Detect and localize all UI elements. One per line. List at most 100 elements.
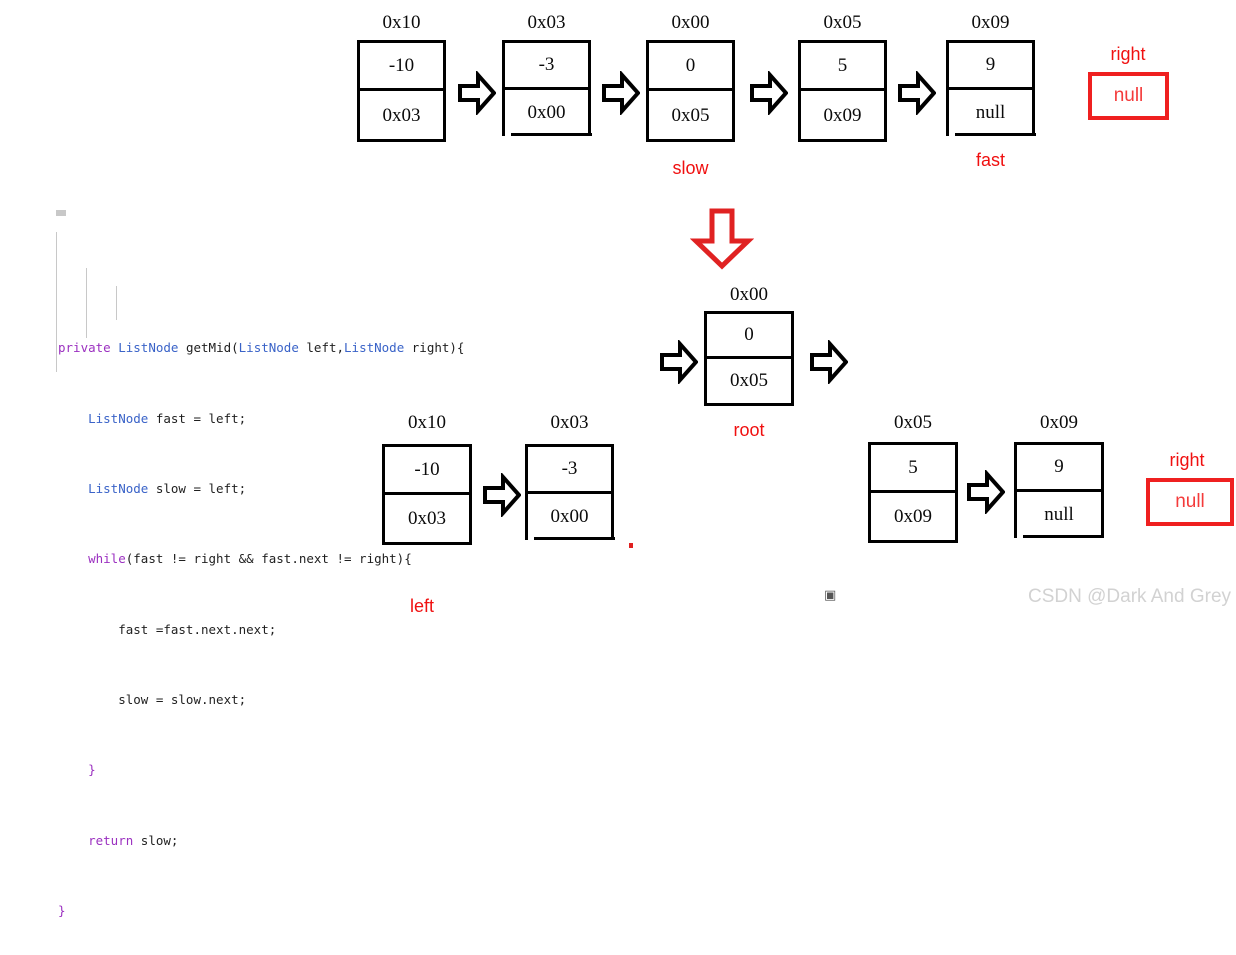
- node-value: -3: [505, 43, 588, 90]
- code-token-keyword: return: [88, 832, 134, 848]
- code-token-brace: }: [58, 762, 96, 778]
- pointer-label-root: root: [733, 420, 765, 440]
- indent-guide: [56, 232, 57, 372]
- list-node-top-2: -3 0x00: [502, 40, 591, 136]
- address-label-bl-1: 0x10: [408, 412, 446, 433]
- node-value: 0: [649, 43, 732, 91]
- code-line-7: }: [58, 761, 464, 779]
- indent-guide: [86, 268, 87, 338]
- list-node-top-1: -10 0x03: [357, 40, 446, 142]
- arrow-right-icon: [483, 473, 521, 517]
- address-label-top-4: 0x05: [823, 12, 862, 33]
- pointer-label-right-bottom: right: [1169, 450, 1205, 470]
- null-box-right-bottom: null: [1146, 478, 1234, 526]
- node-next-pointer: 0x09: [823, 104, 862, 126]
- node-next-pointer: 0x00: [527, 102, 566, 124]
- node-value: 9: [949, 43, 1032, 90]
- arrow-right-icon: [602, 71, 640, 115]
- node-value: -10: [360, 43, 443, 91]
- watermark-text: CSDN @Dark And Grey: [1028, 586, 1232, 607]
- code-line-6: slow = slow.next;: [58, 691, 464, 709]
- list-node-br-2: 9 null: [1014, 442, 1104, 538]
- code-token-text: fast =fast.next.next;: [58, 621, 277, 637]
- list-node-bl-1: -10 0x03: [382, 444, 472, 545]
- address-label-root: 0x00: [730, 284, 768, 305]
- list-node-br-1: 5 0x09: [868, 442, 958, 543]
- node-next-pointer: null: [975, 102, 1006, 124]
- node-next-pointer: 0x03: [408, 507, 446, 529]
- node-value: 0: [707, 314, 791, 359]
- pointer-label-slow: slow: [672, 158, 709, 178]
- address-label-bl-2: 0x03: [550, 412, 589, 433]
- node-next-pointer: 0x03: [382, 104, 421, 126]
- list-node-bl-2: -3 0x00: [525, 444, 614, 540]
- pointer-label-fast: fast: [975, 150, 1005, 170]
- code-line-4: while(fast != right && fast.next != righ…: [58, 550, 464, 568]
- code-line-1: private ListNode getMid(ListNode left,Li…: [58, 339, 464, 357]
- pointer-label-left: left: [409, 596, 434, 616]
- arrow-right-icon: [750, 71, 788, 115]
- code-line-5: fast =fast.next.next;: [58, 621, 464, 639]
- code-token-type: ListNode: [118, 340, 179, 356]
- code-token-paren: (: [231, 340, 239, 356]
- node-bottom-edge-artifact: [511, 133, 592, 136]
- arrow-right-icon: [660, 340, 698, 384]
- stray-red-dot: [629, 543, 633, 548]
- code-line-9: }: [58, 902, 464, 920]
- code-token-keyword: private: [58, 340, 111, 356]
- node-bottom-edge-artifact: [1023, 535, 1104, 538]
- address-label-top-1: 0x10: [382, 12, 421, 33]
- address-label-top-3: 0x00: [671, 12, 710, 33]
- code-token-brace: }: [58, 903, 66, 919]
- code-token-rest: slow = left;: [148, 480, 247, 496]
- arrow-right-icon: [898, 71, 936, 115]
- list-node-top-5: 9 null: [946, 40, 1035, 136]
- node-value: 5: [871, 445, 955, 493]
- placeholder-glyph-icon: ▣: [824, 588, 837, 603]
- node-value: -10: [385, 447, 469, 495]
- code-token-indent: [58, 481, 88, 496]
- node-next-pointer: 0x09: [894, 505, 932, 527]
- address-label-top-5: 0x09: [971, 12, 1010, 33]
- code-token-type: ListNode: [88, 480, 149, 496]
- code-token-indent: [58, 551, 88, 566]
- code-token-keyword: while: [88, 551, 126, 567]
- address-label-br-1: 0x05: [894, 412, 932, 433]
- code-token-type: ListNode: [238, 340, 299, 356]
- code-token-rest: fast = left;: [148, 410, 247, 426]
- indent-guide: [56, 210, 66, 216]
- arrow-right-icon: [967, 470, 1005, 514]
- node-next-pointer: null: [1044, 504, 1074, 526]
- code-token-rest: slow;: [133, 832, 179, 848]
- list-node-top-4: 5 0x09: [798, 40, 887, 142]
- code-token-param: right){: [404, 340, 465, 356]
- pointer-label-right-top: right: [1110, 44, 1146, 64]
- code-token-type: ListNode: [344, 340, 405, 356]
- node-value: 5: [801, 43, 884, 91]
- node-bottom-edge-artifact: [955, 133, 1036, 136]
- null-box-right-top: null: [1088, 72, 1169, 120]
- node-next-pointer: 0x05: [730, 370, 768, 392]
- node-value: -3: [528, 447, 611, 494]
- node-next-pointer: 0x00: [550, 506, 589, 528]
- node-value: 9: [1017, 445, 1101, 492]
- code-token-param: left,: [298, 340, 345, 356]
- node-bottom-edge-artifact: [534, 537, 615, 540]
- arrow-right-icon: [458, 71, 496, 115]
- code-token-text: slow = slow.next;: [58, 692, 247, 708]
- code-block: private ListNode getMid(ListNode left,Li…: [56, 210, 464, 955]
- address-label-top-2: 0x03: [527, 12, 566, 33]
- code-token-rest: (fast != right && fast.next != right){: [125, 551, 412, 567]
- code-token-indent: [58, 833, 88, 848]
- arrow-right-icon: [810, 340, 848, 384]
- code-token-indent: [58, 411, 88, 426]
- arrow-down-red-icon: [690, 208, 754, 270]
- code-line-8: return slow;: [58, 832, 464, 850]
- indent-guide: [116, 286, 117, 320]
- node-next-pointer: 0x05: [671, 104, 710, 126]
- address-label-br-2: 0x09: [1040, 412, 1078, 433]
- list-node-top-3: 0 0x05: [646, 40, 735, 142]
- diagram-canvas: 0x10 -10 0x03 0x03 -3 0x00 0x00 0 0x05 s…: [0, 0, 1236, 918]
- code-token-method: getMid: [185, 340, 232, 356]
